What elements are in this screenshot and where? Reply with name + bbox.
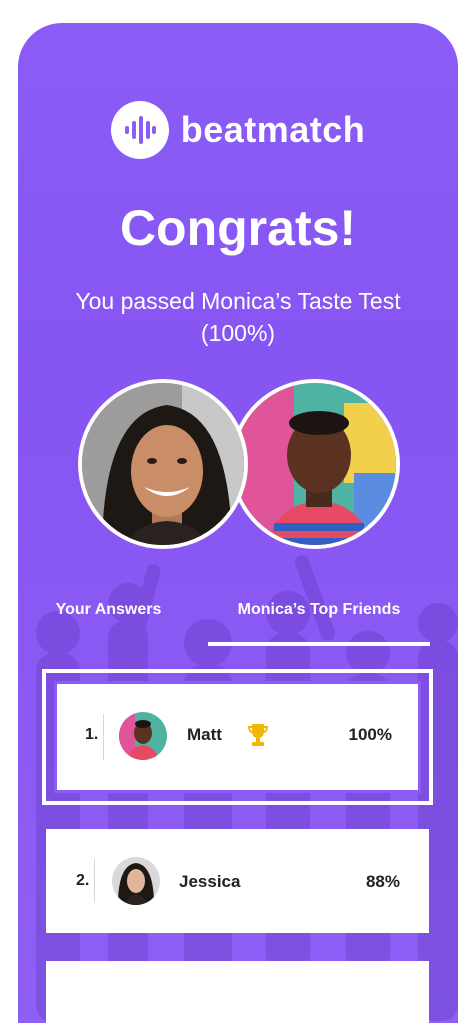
brand-logo: beatmatch [18, 101, 458, 159]
leaderboard-row[interactable]: 1. Matt 100% [42, 669, 433, 805]
rank-number: 2. [76, 872, 90, 889]
trophy-icon [245, 722, 271, 753]
app-screen: beatmatch Congrats! You passed Monica’s … [18, 23, 458, 1023]
match-percent: 100% [348, 725, 392, 744]
soundwave-icon [110, 101, 169, 159]
rank-divider [103, 714, 104, 760]
friend-name: Matt [187, 725, 222, 744]
monica-avatar [78, 379, 248, 549]
matt-avatar [119, 712, 167, 760]
tab-bar: Your Answers Monica’s Top Friends [18, 601, 458, 651]
friend-avatar [230, 379, 400, 549]
brand-name: beatmatch [180, 109, 366, 150]
leaderboard-row[interactable] [46, 961, 429, 1023]
tab-your-answers[interactable]: Your Answers [46, 601, 171, 619]
match-percent: 88% [365, 872, 400, 891]
jessica-avatar [112, 857, 160, 905]
leaderboard-row[interactable]: 2. Jessica 88% [46, 829, 429, 933]
tab-top-friends[interactable]: Monica’s Top Friends [208, 601, 430, 619]
result-subhead: You passed Monica’s Taste Test (100%) [75, 288, 401, 346]
congrats-headline: Congrats! [119, 200, 357, 256]
rank-number: 1. [85, 726, 99, 743]
friend-name: Jessica [179, 872, 241, 891]
leaderboard-row-inner: 1. Matt 100% [54, 681, 421, 793]
active-tab-indicator [208, 642, 430, 646]
rank-divider [94, 859, 95, 903]
